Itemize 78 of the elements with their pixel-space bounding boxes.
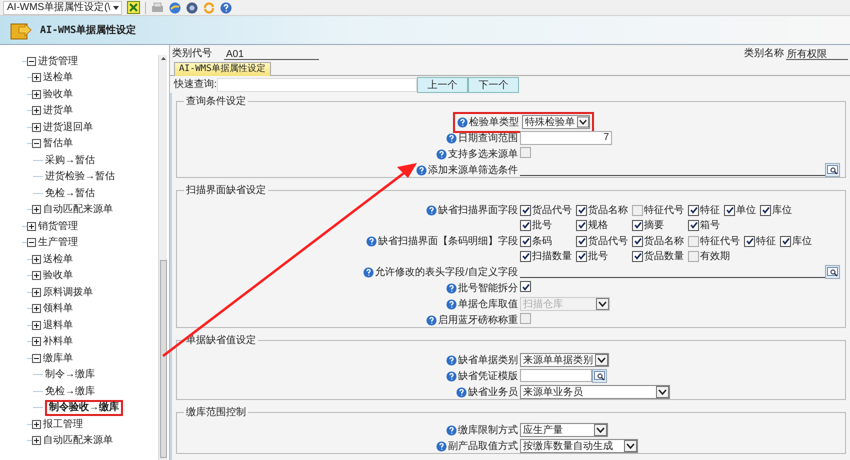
option-label: 货品代号: [588, 234, 628, 248]
option-label: 特征: [756, 234, 776, 248]
tree-item[interactable]: 自动匹配来源单: [43, 202, 113, 218]
option-label: 有效期: [700, 250, 730, 264]
field-label: 检验单类型: [469, 116, 519, 130]
field-label: 缴库限制方式: [458, 424, 518, 438]
option-label: 货品名称: [644, 234, 684, 248]
field-label: 类别代号: [172, 46, 212, 60]
text-field[interactable]: A01: [224, 46, 319, 60]
tree-item[interactable]: 销货管理: [38, 218, 78, 234]
option-label: 扫描数量: [532, 250, 572, 264]
option-label: 摘要: [644, 218, 664, 232]
dropdown[interactable]: 按缴库数量自动生成: [520, 439, 638, 453]
option-label: 库位: [792, 234, 812, 248]
tree-item[interactable]: 进货单: [43, 103, 73, 118]
window-title: AI-WMS单据属性设定: [40, 23, 136, 38]
text-field[interactable]: 所有权限: [786, 46, 848, 60]
dropdown[interactable]: 特殊检验单: [522, 115, 590, 129]
field-label: 支持多选来源单: [448, 148, 518, 162]
option-label: 特征代号: [644, 204, 684, 218]
tree-item[interactable]: 验收单: [43, 86, 73, 102]
field-label: 类别名称: [744, 46, 784, 60]
option-label: 货品名称: [588, 204, 628, 218]
field-label: 单据仓库取值: [458, 298, 518, 312]
option-label: 箱号: [700, 218, 720, 232]
tree-item[interactable]: 免检→缴库: [45, 384, 95, 399]
tree-item[interactable]: 送检单: [43, 252, 73, 267]
tree-item[interactable]: 退料单: [43, 318, 73, 333]
tree-item[interactable]: 进货管理: [38, 54, 78, 69]
field-label: 缺省扫描界面【条码明细】字段: [378, 234, 518, 248]
field-label: 添加来源单筛选条件: [428, 164, 518, 178]
tree-item[interactable]: 缴库单: [43, 350, 73, 366]
next-button[interactable]: 下一个: [468, 76, 519, 92]
previous-button[interactable]: 上一个: [416, 76, 468, 92]
option-label: 库位: [772, 204, 792, 218]
option-label: 批号: [532, 218, 552, 232]
field-label: 缺省扫描界面字段: [438, 204, 518, 218]
tree-item[interactable]: 补料单: [43, 334, 73, 350]
tree-item[interactable]: 领料单: [43, 301, 73, 316]
tree-item[interactable]: 制令→缴库: [45, 367, 95, 382]
dropdown[interactable]: 应生产量: [520, 423, 608, 437]
tree-item[interactable]: 暂估单: [43, 136, 73, 152]
field-label: 允许修改的表头字段/自定义字段: [375, 266, 518, 280]
field-label: 启用蓝牙磅称称重: [438, 314, 518, 328]
field-label: 缺省凭证模版: [458, 370, 518, 384]
group-title: 扫描界面缺省设定: [185, 184, 267, 198]
tree-item[interactable]: 进货退回单: [43, 120, 93, 135]
option-label: 特征代号: [700, 234, 740, 248]
text-field[interactable]: 7: [520, 131, 612, 145]
tree-item[interactable]: 自动匹配来源单: [43, 433, 113, 448]
option-label: 条码: [532, 234, 552, 248]
option-label: 规格: [588, 218, 608, 232]
tree-item[interactable]: 制令验收→缴库: [45, 400, 123, 416]
field-label: 日期查询范围: [458, 132, 518, 146]
option-label: 批号: [588, 250, 608, 264]
tree-item[interactable]: 送检单: [43, 70, 73, 86]
tree-item[interactable]: 采购→暂估: [45, 152, 95, 168]
dropdown[interactable]: 来源单业务员: [520, 385, 670, 399]
field-label: 缺省业务员: [468, 386, 518, 400]
tree-item[interactable]: 免检→暂估: [45, 186, 95, 201]
field-label: 快速查询:: [174, 78, 217, 92]
tree-item[interactable]: 验收单: [43, 268, 73, 284]
tree-item[interactable]: 进货检验→暂估: [45, 169, 115, 184]
tree-item[interactable]: 原料调拨单: [43, 284, 93, 300]
tree-item[interactable]: 生产管理: [38, 235, 78, 250]
field-label: 缺省单据类别: [458, 354, 518, 368]
tab[interactable]: AI-WMS单据属性设定: [174, 62, 271, 76]
group-title: 缴库范围控制: [185, 406, 247, 420]
option-label: 货品代号: [532, 204, 572, 218]
group-title: 查询条件设定: [185, 94, 247, 109]
title-dropdown[interactable]: AI-WMS单据属性设定(\: [3, 0, 122, 14]
field-label: 副产品取值方式: [448, 440, 518, 454]
option-label: 特征: [700, 204, 720, 218]
dropdown[interactable]: 来源单单据类别: [520, 353, 609, 367]
option-label: 单位: [736, 204, 756, 218]
tree-item[interactable]: 报工管理: [43, 416, 83, 432]
field-label: 批号智能拆分: [458, 282, 518, 296]
option-label: 货品数量: [644, 250, 684, 264]
